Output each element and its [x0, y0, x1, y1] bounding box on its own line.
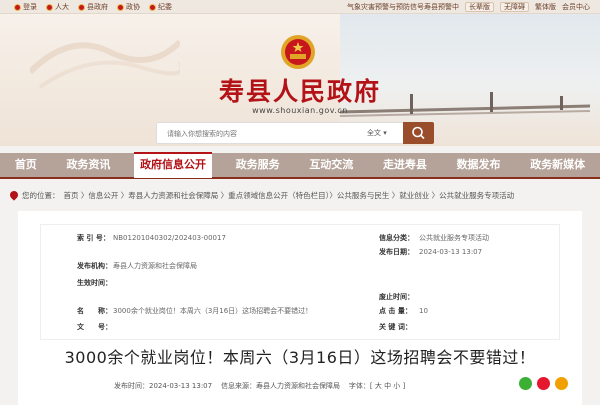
top-link-login[interactable]: 登录	[14, 2, 37, 12]
wechat-share-icon[interactable]	[519, 377, 532, 390]
keywords-label: 关 键 词：	[379, 323, 412, 331]
metadata-table: 索 引 号： NB01201040302/202403-00017 信息分类： …	[40, 224, 560, 340]
search-button[interactable]	[403, 122, 434, 144]
top-link-government[interactable]: 县政府	[78, 2, 108, 12]
meta-row: 生效时间：	[41, 276, 559, 290]
nav-about-shouxian[interactable]: 走进寿县	[377, 152, 433, 178]
search-input[interactable]	[167, 126, 347, 141]
breadcrumb-path[interactable]: 首页 〉信息公开 〉寿县人力资源和社会保障局 〉重点领域信息公开（特色栏目）〉公…	[64, 190, 515, 201]
nav-interaction[interactable]: 互动交流	[303, 152, 359, 178]
article-card: 索 引 号： NB01201040302/202403-00017 信息分类： …	[18, 211, 582, 405]
breadcrumb-prefix: 您的位置：	[22, 190, 60, 200]
article-info-line: 发布时间：2024-03-13 13:07 信息来源：寿县人力资源和社会保障局 …	[114, 381, 405, 391]
publish-time-label: 发布时间：	[114, 382, 149, 390]
index-number-label: 索 引 号：	[77, 234, 110, 242]
national-emblem-icon	[281, 35, 315, 69]
weibo-share-icon[interactable]	[537, 377, 550, 390]
top-links: 登录 人大 县政府 政协 纪委	[14, 2, 172, 12]
emblem-icon	[14, 3, 21, 11]
nav-government-news[interactable]: 政务资讯	[60, 152, 116, 178]
top-link-npc[interactable]: 人大	[46, 2, 69, 12]
meta-row: 名 称： 3000余个就业岗位！本周六（3月16日）这场招聘会不要错过！ 点 击…	[41, 304, 559, 318]
font-size-control[interactable]: 字体：[ 大 中 小 ]	[349, 382, 405, 390]
search-scope-select[interactable]: 全文 ▾	[367, 128, 387, 138]
info-category-value: 公共就业服务专项活动	[419, 234, 489, 242]
pub-date-label: 发布日期：	[379, 248, 414, 256]
site-url: www.shouxian.gov.cn	[252, 106, 348, 115]
search-icon	[412, 126, 425, 140]
pub-date-value: 2024-03-13 13:07	[419, 248, 483, 256]
qzone-share-icon[interactable]	[555, 377, 568, 390]
meta-row: 文 号： 关 键 词：	[41, 320, 559, 334]
meta-row: 废止时间：	[41, 290, 559, 304]
publisher-label: 发布机构：	[77, 262, 112, 270]
publisher-value: 寿县人力资源和社会保障局	[113, 262, 197, 270]
info-category-label: 信息分类：	[379, 234, 414, 242]
site-title: 寿县人民政府	[218, 77, 381, 106]
doc-name-label: 名 称：	[77, 307, 112, 315]
location-pin-icon	[8, 189, 20, 201]
nav-government-services[interactable]: 政务服务	[230, 152, 286, 178]
traditional-chinese-link[interactable]: 繁体版	[535, 2, 556, 12]
search-box: 全文 ▾	[156, 122, 434, 144]
nav-info-disclosure[interactable]: 政府信息公开	[134, 152, 213, 178]
weather-warning-notice[interactable]: 气象灾害预警与预防信号寿县预警中	[347, 2, 459, 12]
doc-name-value: 3000余个就业岗位！本周六（3月16日）这场招聘会不要错过！	[113, 307, 313, 315]
clicks-label: 点 击 量：	[379, 307, 412, 315]
main-nav: 首页 政务资讯 政府信息公开 政务服务 互动交流 走进寿县 数据发布 政务新媒体	[0, 152, 600, 179]
nav-data-release[interactable]: 数据发布	[451, 152, 507, 178]
emblem-icon	[78, 3, 85, 11]
article-title: 3000余个就业岗位！本周六（3月16日）这场招聘会不要错过！	[64, 348, 536, 367]
repeal-date-label: 废止时间：	[379, 293, 414, 301]
meta-row: 发布日期： 2024-03-13 13:07	[41, 245, 559, 259]
top-right-tools: 气象灾害预警与预防信号寿县预警中 长辈版 无障碍 繁体版 会员中心	[347, 2, 590, 12]
source-value: 寿县人力资源和社会保障局	[256, 382, 340, 390]
nav-home[interactable]: 首页	[9, 152, 43, 178]
member-center-link[interactable]: 会员中心	[562, 2, 590, 12]
effective-date-label: 生效时间：	[77, 279, 112, 287]
emblem-icon	[46, 3, 53, 11]
top-utility-bar: 登录 人大 县政府 政协 纪委 气象灾害预警与预防信号寿县预警中 长辈版 无障碍…	[0, 0, 600, 14]
share-buttons	[519, 377, 568, 390]
meta-row: 发布机构： 寿县人力资源和社会保障局	[41, 259, 559, 273]
publish-time-value: 2024-03-13 13:07	[149, 382, 213, 390]
elder-mode-button[interactable]: 长辈版	[465, 2, 494, 12]
site-banner: 寿县人民政府 www.shouxian.gov.cn 全文 ▾	[0, 14, 600, 146]
breadcrumb: 您的位置： 首页 〉信息公开 〉寿县人力资源和社会保障局 〉重点领域信息公开（特…	[8, 188, 595, 202]
accessibility-button[interactable]: 无障碍	[500, 2, 529, 12]
nav-new-media[interactable]: 政务新媒体	[524, 152, 591, 178]
index-number-value: NB01201040302/202403-00017	[113, 234, 226, 242]
source-label: 信息来源：	[221, 382, 256, 390]
top-link-cppcc[interactable]: 政协	[117, 2, 140, 12]
top-link-discipline[interactable]: 纪委	[149, 2, 172, 12]
clicks-value: 10	[419, 307, 428, 315]
doc-number-label: 文 号：	[77, 323, 112, 331]
emblem-icon	[117, 3, 124, 11]
emblem-icon	[149, 3, 156, 11]
meta-row: 索 引 号： NB01201040302/202403-00017 信息分类： …	[41, 231, 559, 245]
